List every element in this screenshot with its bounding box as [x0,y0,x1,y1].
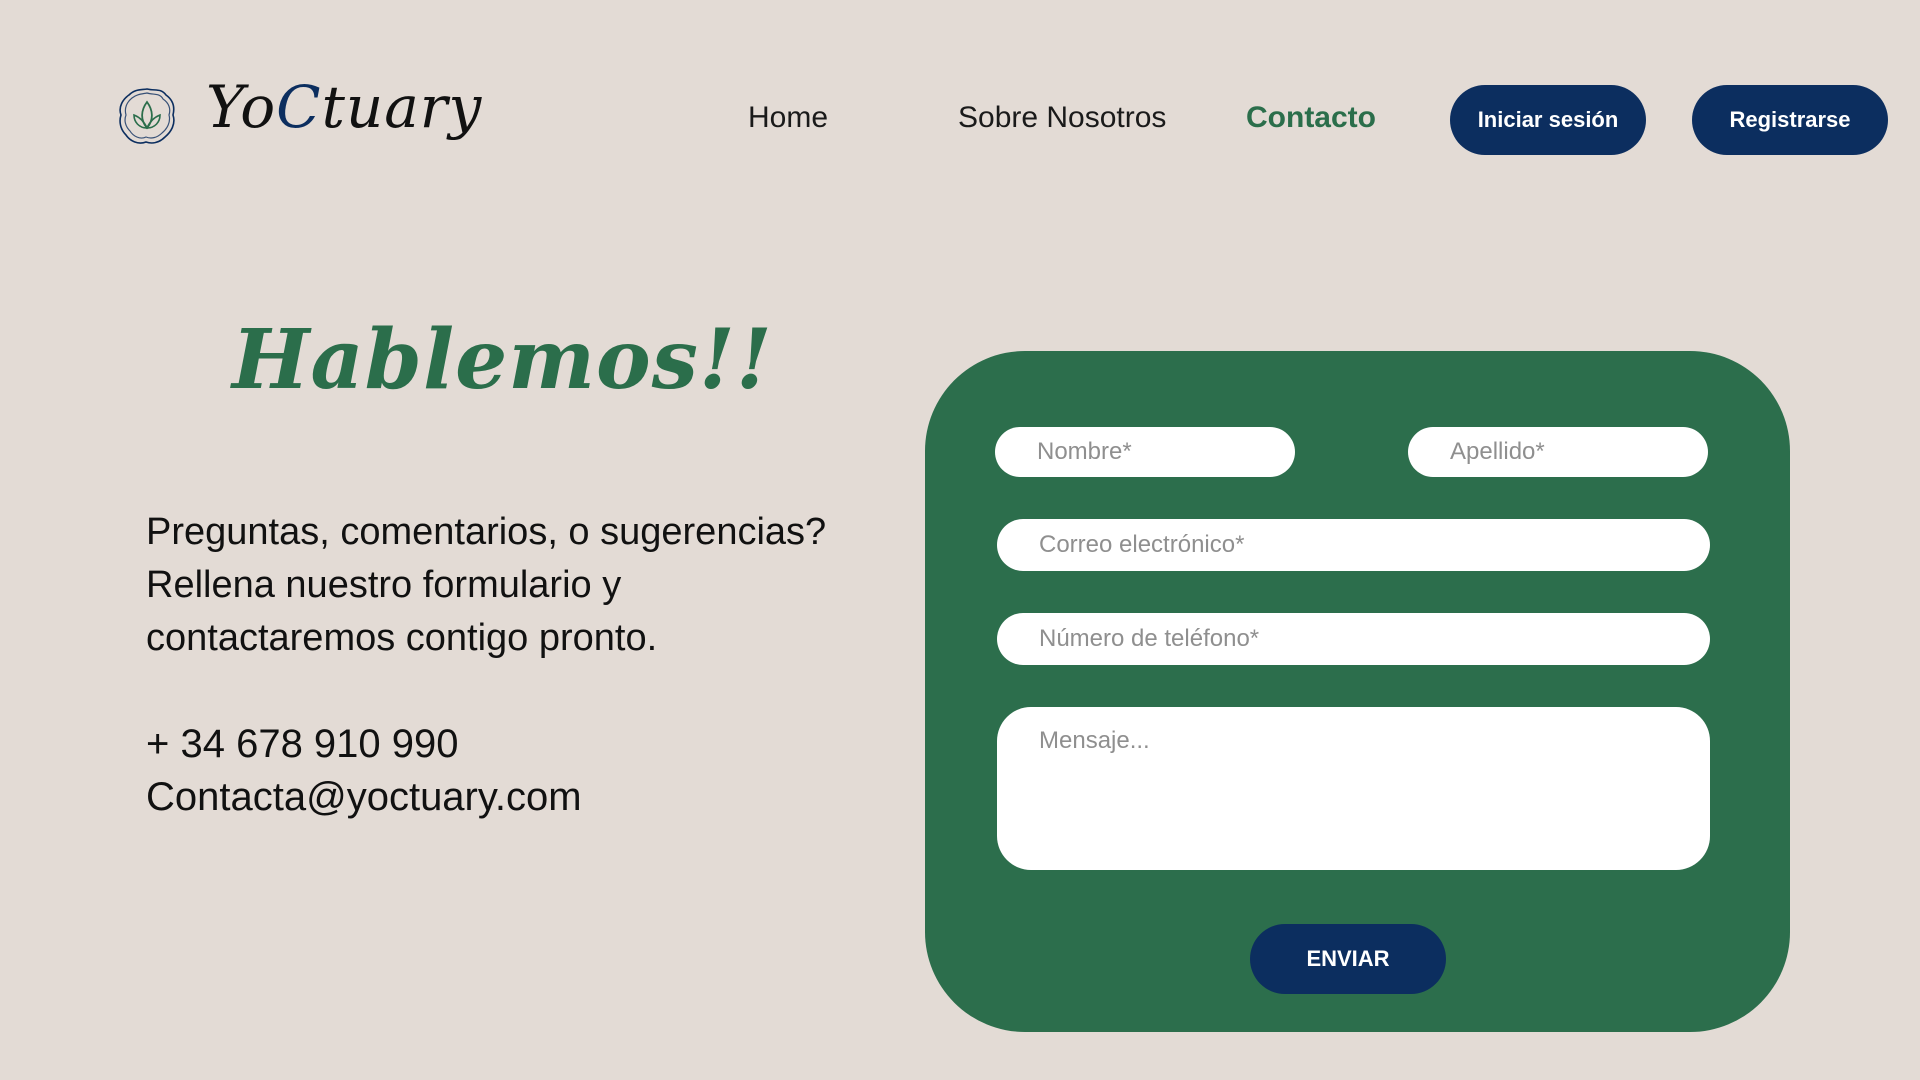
intro-line: Rellena nuestro formulario y [146,564,622,606]
last-name-input[interactable] [1408,427,1708,477]
lotus-leaf-icon [119,88,175,144]
page-heading: Hablemos!! [232,312,773,408]
first-name-input[interactable] [995,427,1295,477]
submit-button[interactable]: ENVIAR [1250,924,1446,994]
intro-line: contactaremos contigo pronto. [146,617,658,659]
contact-email: Contacta@yoctuary.com [146,775,582,819]
contact-form: ENVIAR [925,351,1790,1032]
contact-info: + 34 678 910 990 Contacta@yoctuary.com [146,718,582,824]
message-textarea[interactable] [997,707,1710,870]
nav-contact[interactable]: Contacto [1246,98,1376,138]
nav-home[interactable]: Home [748,98,828,138]
contact-phone: + 34 678 910 990 [146,722,459,766]
brand-suffix: tuary [321,73,483,141]
login-button[interactable]: Iniciar sesión [1450,85,1646,155]
brand-prefix: Yo [206,73,277,141]
brand-name[interactable]: YoCtuary [206,72,482,142]
brand-accent: C [276,73,322,141]
phone-input[interactable] [997,613,1710,665]
intro-text: Preguntas, comentarios, o sugerencias? R… [146,506,866,665]
register-button[interactable]: Registrarse [1692,85,1888,155]
nav-about[interactable]: Sobre Nosotros [958,98,1166,138]
email-input[interactable] [997,519,1710,571]
intro-line: Preguntas, comentarios, o sugerencias? [146,511,827,553]
